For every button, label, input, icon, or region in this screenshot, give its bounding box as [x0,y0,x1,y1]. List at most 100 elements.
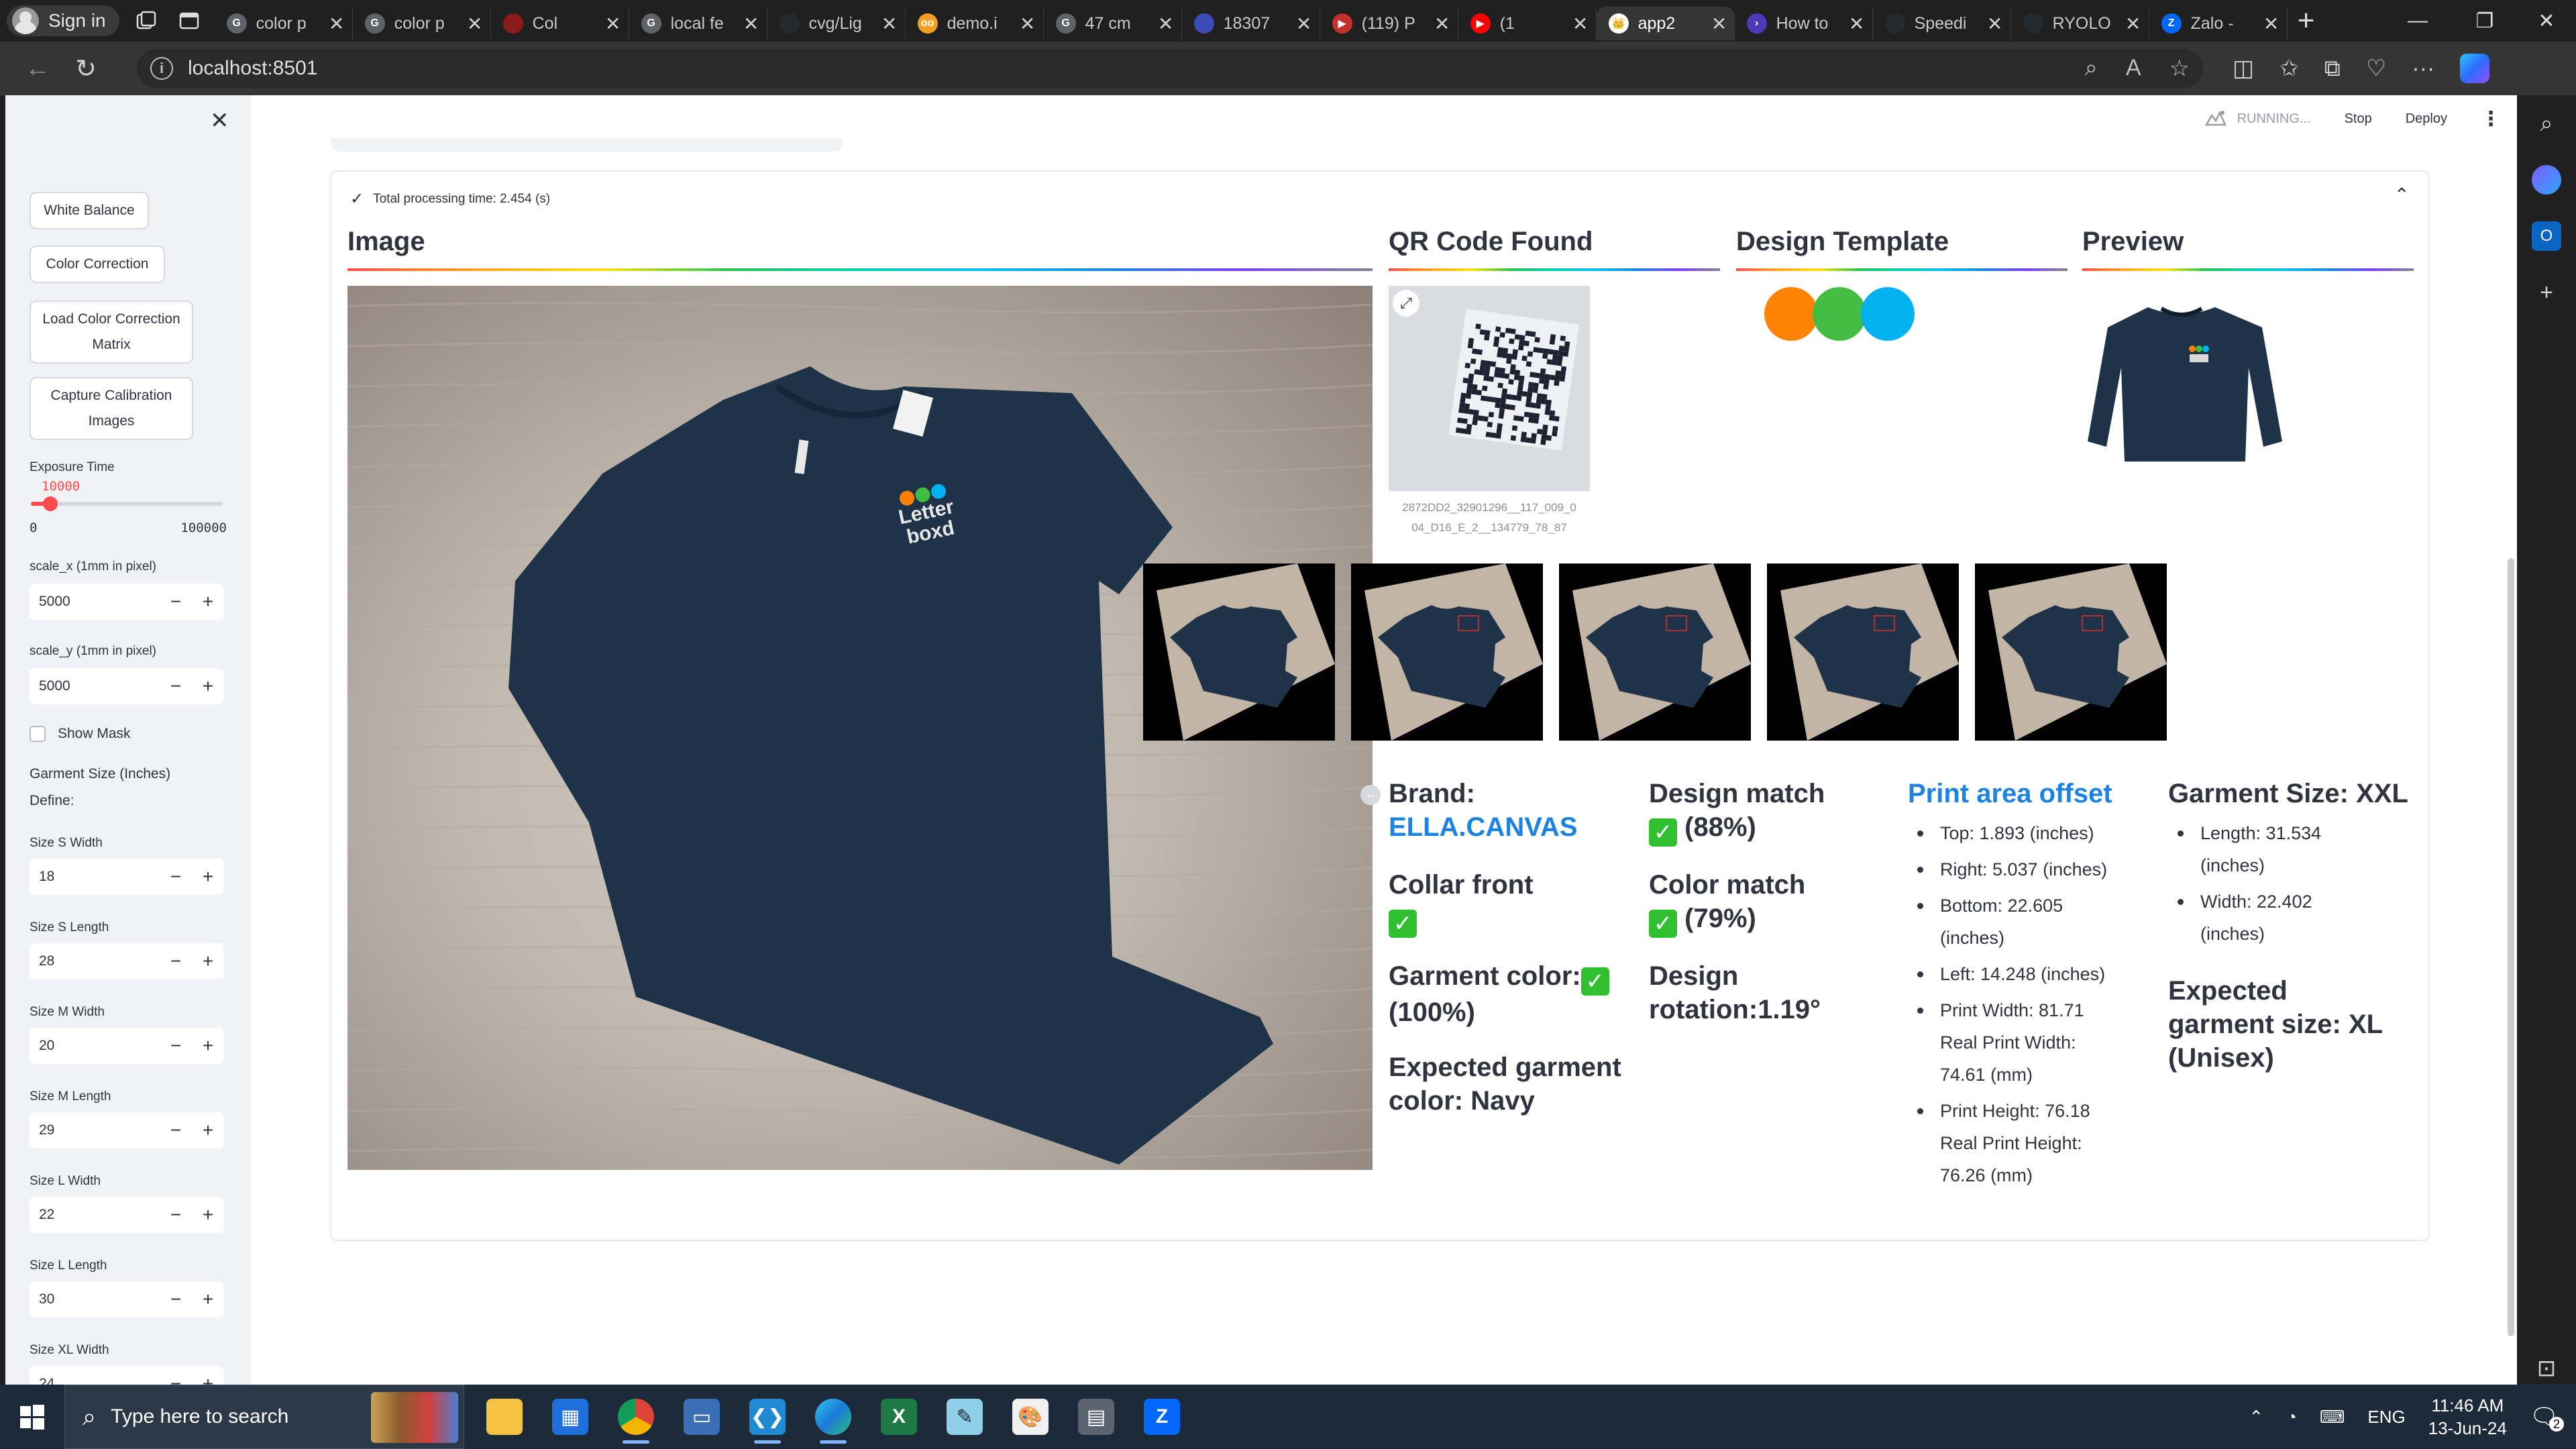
close-tab-icon[interactable]: ✕ [1295,13,1313,35]
decrement-button[interactable]: − [160,1035,192,1057]
browser-tab[interactable]: G color p ✕ [215,7,353,40]
increment-button[interactable]: + [192,1373,224,1385]
show-mask-checkbox[interactable]: Show Mask [30,726,131,742]
capture-calibration-images-button[interactable]: Capture Calibration Images [30,377,193,440]
browser-tab[interactable]: 18307 ✕ [1182,7,1320,40]
favorites-icon[interactable]: ✩ [2279,55,2299,82]
white-balance-button[interactable]: White Balance [30,192,149,229]
size-input[interactable]: 22 − + [30,1197,224,1233]
minimize-icon[interactable]: — [2388,0,2447,42]
vscode-icon[interactable]: ❮❯ [739,1389,796,1445]
close-tab-icon[interactable]: ✕ [604,13,622,35]
browser-tab[interactable]: G color p ✕ [353,7,491,40]
close-tab-icon[interactable]: ✕ [743,13,760,35]
paint-icon[interactable]: 🎨 [1002,1389,1059,1445]
zoom-icon[interactable]: ⌕ [2085,55,2098,82]
windows-start-icon[interactable] [0,1385,64,1449]
stop-button[interactable]: Stop [2345,111,2372,127]
restore-icon[interactable]: ❐ [2455,0,2514,42]
load-color-correction-matrix-button[interactable]: Load Color Correction Matrix [30,301,193,364]
size-input[interactable]: 30 − + [30,1281,224,1318]
scale-x-input[interactable]: 5000 − + [30,584,224,620]
copilot-sidebar-icon[interactable] [2532,165,2561,195]
browser-tab[interactable]: ▶ (119) P ✕ [1320,7,1458,40]
status-header[interactable]: ✓ Total processing time: 2.454 (s) [350,189,550,209]
decrement-button[interactable]: − [160,1373,192,1385]
back-icon[interactable]: ← [13,48,62,89]
browser-tab[interactable]: Speedi ✕ [1873,7,2011,40]
close-tab-icon[interactable]: ✕ [1019,13,1036,35]
size-input[interactable]: 24 − + [30,1366,224,1385]
close-tab-icon[interactable]: ✕ [1848,13,1866,35]
increment-button[interactable]: + [192,1204,224,1226]
add-sidebar-app-icon[interactable]: + [2532,278,2561,307]
expand-icon[interactable]: ⤢ [1393,290,1419,317]
decrement-button[interactable]: − [160,1204,192,1226]
browser-tab[interactable]: 👑 app2 ✕ [1596,7,1735,40]
favorite-star-icon[interactable]: ☆ [2169,55,2190,82]
size-input[interactable]: 28 − + [30,943,224,979]
decrement-button[interactable]: − [160,1120,192,1141]
browser-tab[interactable]: Col ✕ [491,7,629,40]
url-field[interactable]: i localhost:8501 ⌕ A ☆ [137,49,2203,88]
browser-tab[interactable]: RYOLO ✕ [2011,7,2149,40]
main-menu-icon[interactable]: ⋮ [2481,107,2501,131]
increment-button[interactable]: + [192,1289,224,1310]
browser-tab[interactable]: ▶ (1 ✕ [1458,7,1597,40]
wifi-icon[interactable]: ◔ [2286,1407,2297,1428]
size-input[interactable]: 18 − + [30,859,224,895]
outlook-icon[interactable]: O [2532,221,2561,251]
browser-tab[interactable]: Z Zalo - ✕ [2149,7,2288,40]
calculator-icon[interactable]: ▤ [1068,1389,1124,1445]
close-window-icon[interactable]: ✕ [2517,0,2576,42]
search-icon[interactable]: ⌕ [2532,109,2561,138]
close-tab-icon[interactable]: ✕ [881,13,898,35]
remote-desktop-icon[interactable]: ▭ [674,1389,730,1445]
close-tab-icon[interactable]: ✕ [466,13,484,35]
decrement-button[interactable]: − [160,866,192,888]
exposure-time-slider[interactable] [31,496,223,511]
browser-tab[interactable]: oo demo.i ✕ [906,7,1044,40]
close-tab-icon[interactable]: ✕ [2125,13,2142,35]
browser-essentials-icon[interactable]: ♡ [2366,55,2386,82]
copilot-icon[interactable] [2460,54,2490,83]
edge-icon[interactable] [805,1389,861,1445]
increment-button[interactable]: + [192,676,224,697]
collections-icon[interactable]: ⧉ [2324,56,2341,82]
profile-button[interactable]: Sign in [7,5,119,36]
browser-tab[interactable]: G 47 cm ✕ [1044,7,1182,40]
resize-handle-icon[interactable]: ⇔ [1360,785,1381,805]
close-tab-icon[interactable]: ✕ [1711,13,1728,35]
decrement-button[interactable]: − [160,1289,192,1310]
increment-button[interactable]: + [192,1035,224,1057]
slider-thumb[interactable] [42,496,58,511]
increment-button[interactable]: + [192,1120,224,1141]
browser-tab[interactable]: › How to ✕ [1735,7,1873,40]
close-tab-icon[interactable]: ✕ [1157,13,1175,35]
clock[interactable]: 11:46 AM 13-Jun-24 [2428,1394,2507,1440]
store-icon[interactable]: ▦ [542,1389,598,1445]
language-indicator[interactable]: ENG [2367,1407,2405,1428]
decrement-button[interactable]: − [160,591,192,612]
screenshot-icon[interactable]: ⊡ [2532,1354,2561,1383]
close-tab-icon[interactable]: ✕ [1572,13,1589,35]
increment-button[interactable]: + [192,591,224,612]
scale-y-input[interactable]: 5000 − + [30,668,224,704]
close-tab-icon[interactable]: ✕ [328,13,345,35]
decrement-button[interactable]: − [160,951,192,972]
browser-tab[interactable]: cvg/Lig ✕ [767,7,906,40]
close-tab-icon[interactable]: ✕ [2263,13,2280,35]
chevron-up-icon[interactable]: ⌃ [2394,184,2410,206]
close-sidebar-icon[interactable]: ✕ [210,107,229,134]
browser-tab[interactable]: G local fe ✕ [629,7,767,40]
increment-button[interactable]: + [192,951,224,972]
site-info-icon[interactable]: i [150,57,173,80]
show-hidden-icons[interactable]: ⌃ [2249,1407,2263,1428]
tab-actions-icon[interactable] [173,5,205,36]
new-tab-button[interactable]: + [2288,4,2325,38]
split-screen-icon[interactable]: ◫ [2233,55,2254,82]
checkbox-box[interactable] [30,726,46,742]
workspaces-icon[interactable] [130,5,162,36]
decrement-button[interactable]: − [160,676,192,697]
read-aloud-icon[interactable]: A [2126,55,2141,82]
